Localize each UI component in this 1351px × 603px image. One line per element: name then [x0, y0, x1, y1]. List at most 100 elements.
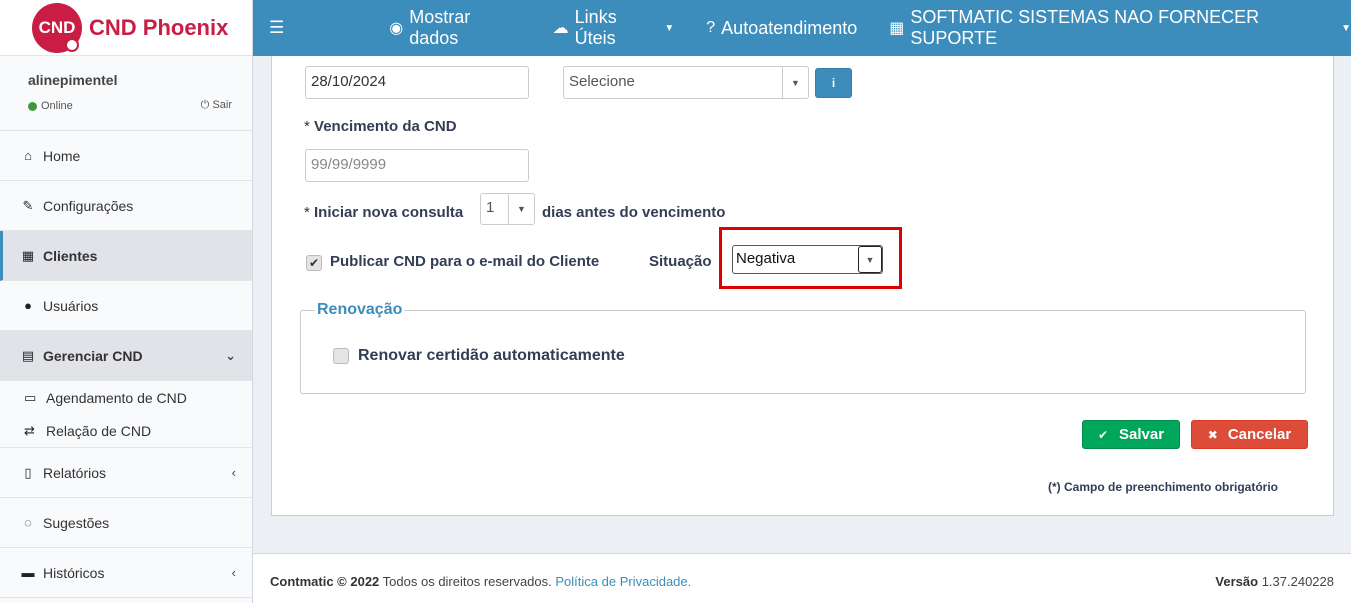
- caret-down-icon: ▼: [858, 246, 882, 273]
- version-number: 1.37.240228: [1261, 574, 1334, 589]
- logo-icon: CND: [32, 2, 82, 53]
- company-dropdown[interactable]: ▦ SOFTMATIC SISTEMAS NAO FORNECER SUPORT…: [889, 7, 1351, 49]
- sidebar-item-label: Sugestões: [43, 514, 110, 531]
- show-data-label: Mostrar dados: [409, 7, 471, 48]
- power-icon: ⏻: [200, 99, 210, 111]
- new-query-label-text: Iniciar nova consulta: [314, 204, 464, 221]
- document-icon: ▯: [24, 464, 32, 480]
- chevron-down-icon: ⌄: [225, 347, 236, 363]
- caret-down-icon: ▼: [782, 67, 808, 98]
- user-icon: ●: [24, 298, 32, 313]
- cancel-button[interactable]: ✖ Cancelar: [1191, 420, 1308, 449]
- save-label: Salvar: [1119, 426, 1165, 443]
- question-icon: ?: [706, 19, 716, 36]
- footer: Contmatic © 2022 Todos os direitos reser…: [253, 553, 1351, 603]
- show-data-link[interactable]: ◉ Mostrar dados: [389, 7, 520, 49]
- sidebar-item-label: Usuários: [43, 297, 99, 314]
- logo-mark-text: CND: [38, 17, 76, 37]
- renewal-checkbox[interactable]: [333, 348, 349, 364]
- renewal-legend: Renovação: [315, 301, 405, 319]
- archive-icon: ▬: [21, 565, 35, 580]
- required-note: (*) Campo de preenchimento obrigatório: [1048, 480, 1279, 494]
- online-dot-icon: [28, 101, 37, 111]
- sidebar-item-sugestoes[interactable]: ◌ Sugestões: [0, 498, 252, 548]
- sidebar-subitem-agendamento[interactable]: ▭ Agendamento de CND: [0, 381, 252, 414]
- sidebar-item-label: Relatórios: [43, 464, 107, 481]
- sidebar-item-usuarios[interactable]: ● Usuários: [0, 281, 252, 331]
- caret-down-icon: ▼: [664, 22, 675, 34]
- calendar-icon: ▤: [21, 347, 35, 363]
- sidebar-item-configuracoes[interactable]: ✎ Configurações: [0, 181, 252, 231]
- top-navbar: ☰ ◉ Mostrar dados ☁ Links Úteis ▼ ? Auto…: [253, 0, 1351, 56]
- close-icon: ✖: [1207, 427, 1218, 442]
- cnd-form-panel: 28/10/2024 Selecione ▼ i * Vencimento da…: [271, 56, 1334, 516]
- situation-select[interactable]: Negativa ▼: [732, 245, 883, 274]
- footer-version: Versão 1.37.240228: [1215, 574, 1334, 589]
- chevron-left-icon: ‹: [231, 565, 236, 580]
- user-name: alinepimentel: [28, 72, 118, 88]
- self-service-link[interactable]: ? Autoatendimento: [706, 18, 857, 39]
- info-icon: i: [831, 76, 836, 90]
- user-status-text: Online: [41, 100, 73, 112]
- calendar-outline-icon: ▭: [24, 389, 37, 405]
- retweet-icon: ⇄: [24, 422, 35, 438]
- gerenciar-cnd-submenu: ▭ Agendamento de CND ⇄ Relação de CND: [0, 381, 252, 448]
- menu-toggle-icon[interactable]: ☰: [269, 18, 284, 38]
- sidebar-subitem-label: Relação de CND: [46, 422, 152, 439]
- privacy-link[interactable]: Política de Privacidade.: [555, 574, 691, 589]
- comments-icon: ◌: [24, 515, 32, 530]
- sidebar-item-label: Home: [43, 147, 81, 164]
- situation-select-value: Negativa: [736, 250, 796, 267]
- publish-checkbox[interactable]: ✔: [306, 255, 322, 271]
- sidebar-item-relatorios[interactable]: ▯ Relatórios ‹: [0, 448, 252, 498]
- days-select-value: 1: [486, 199, 495, 216]
- sidebar-subitem-label: Agendamento de CND: [46, 389, 187, 406]
- brand-name: CND Phoenix: [89, 14, 229, 40]
- expiry-date-input[interactable]: 99/99/9999: [305, 149, 529, 182]
- links-label: Links Úteis: [574, 7, 617, 48]
- sidebar-item-label: Configurações: [43, 197, 134, 214]
- eye-icon: ◉: [389, 20, 404, 37]
- links-dropdown[interactable]: ☁ Links Úteis ▼: [553, 7, 675, 49]
- sidebar-item-historicos[interactable]: ▬ Históricos ‹: [0, 548, 252, 598]
- situation-label: Situação: [649, 253, 712, 270]
- sidebar-item-label: Gerenciar CND: [43, 347, 143, 364]
- sidebar-item-label: Históricos: [43, 564, 105, 581]
- type-select-value: Selecione: [569, 73, 635, 90]
- logout-link[interactable]: ⏻ Sair: [201, 99, 232, 112]
- footer-copyright: Contmatic © 2022 Todos os direitos reser…: [270, 574, 691, 589]
- footer-rights: Todos os direitos reservados.: [382, 574, 552, 589]
- footer-brand: Contmatic © 2022: [270, 574, 380, 589]
- caret-down-icon: ▼: [1341, 22, 1351, 34]
- self-service-label: Autoatendimento: [721, 17, 858, 38]
- renewal-label: Renovar certidão automaticamente: [358, 347, 625, 364]
- building-icon: ▦: [889, 20, 905, 37]
- days-select[interactable]: 1 ▼: [480, 193, 535, 225]
- sidebar-item-label: Clientes: [43, 247, 98, 264]
- publish-label: Publicar CND para o e-mail do Cliente: [330, 253, 600, 270]
- check-icon: ✔: [1097, 427, 1108, 442]
- cloud-icon: ☁: [552, 20, 569, 37]
- logo[interactable]: CND CND Phoenix: [0, 0, 252, 56]
- logout-label: Sair: [212, 99, 232, 111]
- chevron-left-icon: ‹: [231, 465, 236, 480]
- sidebar-item-clientes[interactable]: ▦ Clientes: [0, 231, 252, 281]
- days-suffix: dias antes do vencimento: [542, 204, 726, 221]
- building-icon: ▦: [21, 247, 35, 263]
- required-mark: *: [304, 118, 310, 135]
- info-button[interactable]: i: [815, 68, 852, 98]
- caret-down-icon: ▼: [508, 194, 534, 224]
- expiry-label-text: Vencimento da CND: [314, 118, 457, 135]
- type-select[interactable]: Selecione ▼: [563, 66, 809, 99]
- required-mark: *: [304, 204, 310, 221]
- home-icon: ⌂: [24, 148, 32, 163]
- sidebar-subitem-relacao[interactable]: ⇄ Relação de CND: [0, 414, 252, 447]
- wrench-icon: ✎: [22, 197, 34, 213]
- version-label: Versão: [1215, 574, 1259, 589]
- company-label: SOFTMATIC SISTEMAS NAO FORNECER SUPORTE: [910, 7, 1260, 48]
- sidebar-item-home[interactable]: ⌂ Home: [0, 131, 252, 181]
- date-input[interactable]: 28/10/2024: [305, 66, 529, 99]
- sidebar-item-gerenciar-cnd[interactable]: ▤ Gerenciar CND ⌄: [0, 331, 252, 381]
- expiry-label: * Vencimento da CND: [304, 118, 457, 135]
- save-button[interactable]: ✔ Salvar: [1082, 420, 1180, 449]
